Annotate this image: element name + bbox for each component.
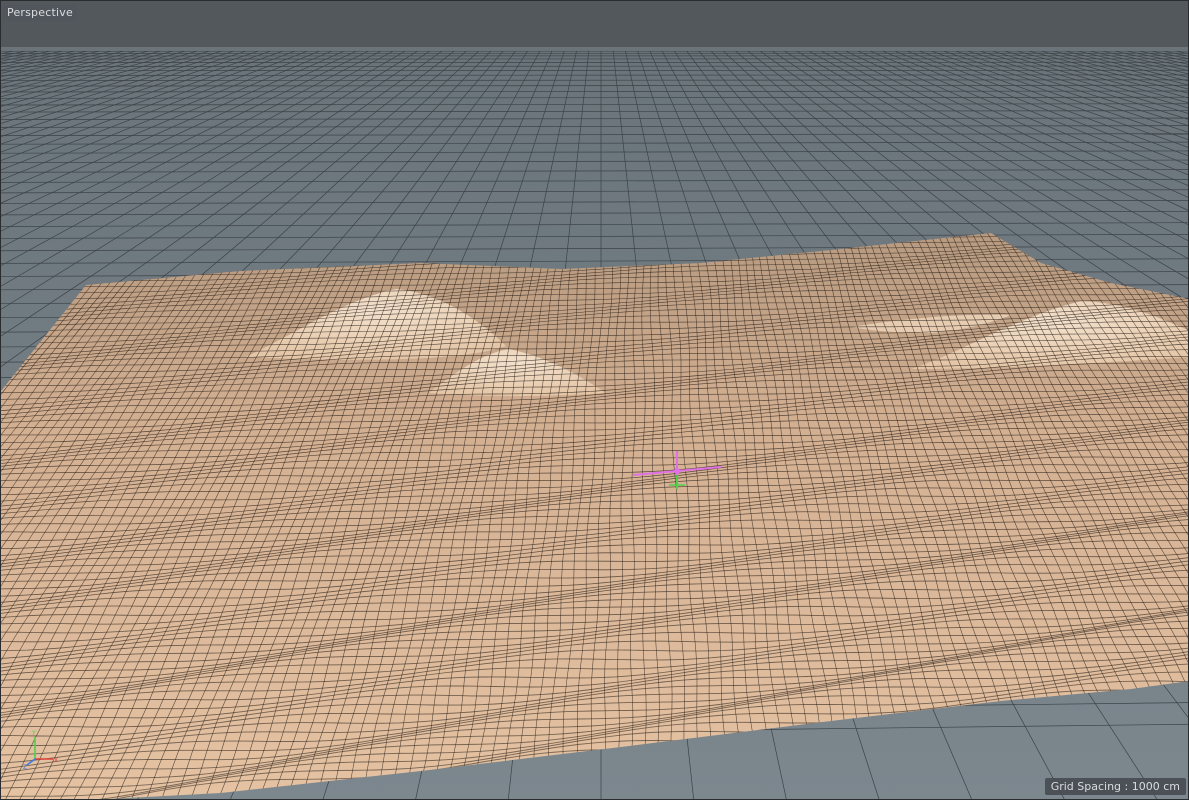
svg-text:Z: Z <box>23 764 27 769</box>
svg-text:Y: Y <box>31 730 36 737</box>
grid-spacing-readout: Grid Spacing : 1000 cm <box>1044 778 1186 795</box>
perspective-viewport[interactable]: Perspective Y X Z Grid Spacing : 1000 cm <box>0 0 1189 800</box>
view-name-label[interactable]: Perspective <box>3 5 77 21</box>
object-pivot-icon[interactable] <box>629 449 725 493</box>
sky-band <box>1 1 1188 51</box>
xyz-axis-icon: Y X Z <box>23 730 58 769</box>
scene-canvas[interactable] <box>1 1 1189 800</box>
svg-text:X: X <box>54 757 58 764</box>
